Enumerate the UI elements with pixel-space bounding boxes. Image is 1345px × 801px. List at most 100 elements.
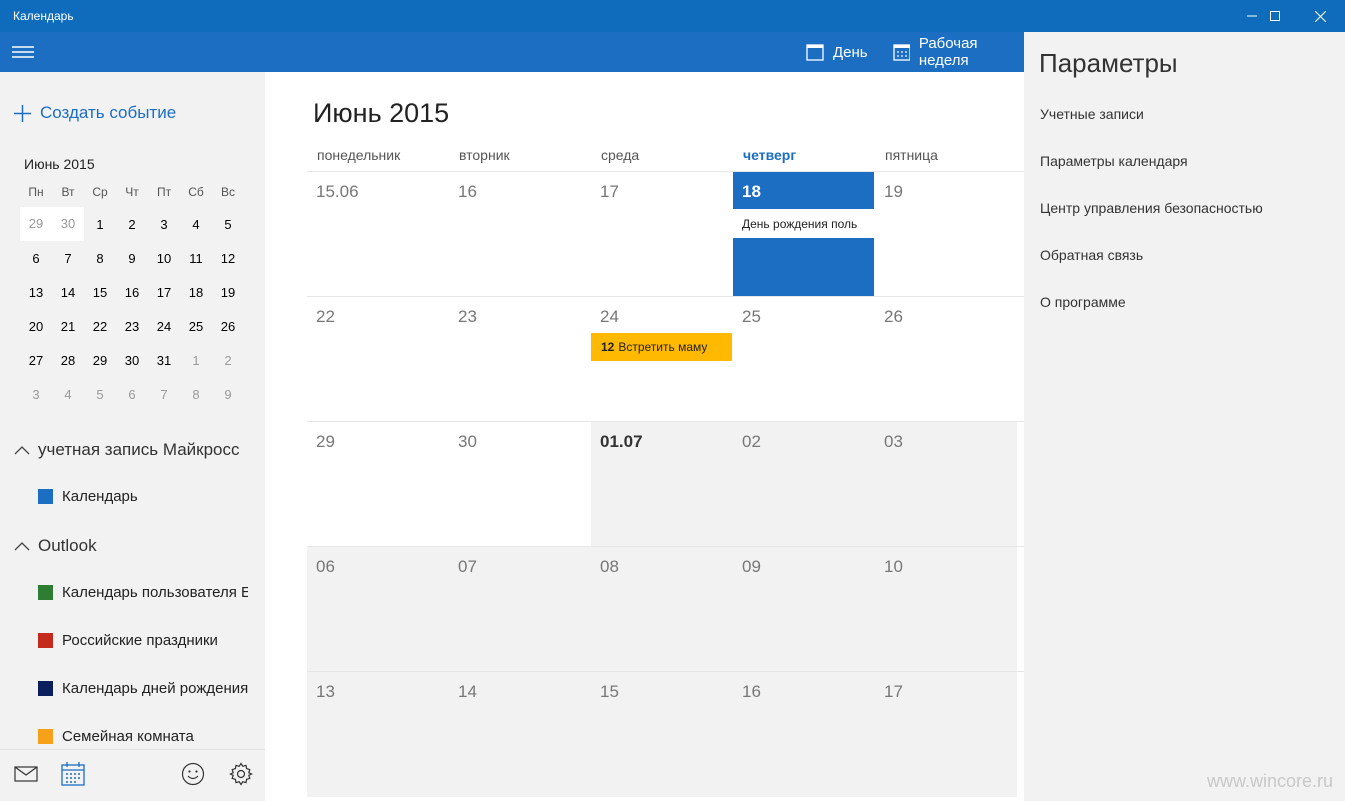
- mini-day[interactable]: 20: [20, 319, 52, 334]
- mini-day[interactable]: 25: [180, 319, 212, 334]
- mini-day[interactable]: 29: [84, 353, 116, 368]
- day-cell-next-month[interactable]: 08: [591, 547, 733, 672]
- day-cell-next-month[interactable]: 07: [449, 547, 591, 672]
- mini-day[interactable]: 2: [116, 217, 148, 232]
- day-cell[interactable]: 15.06: [307, 172, 449, 297]
- hamburger-icon[interactable]: [12, 42, 34, 62]
- day-cell[interactable]: 29: [307, 422, 449, 547]
- mini-day[interactable]: 10: [148, 251, 180, 266]
- calendar-item[interactable]: Календарь: [38, 488, 248, 505]
- mini-day[interactable]: 2: [212, 353, 244, 368]
- day-cell-next-month[interactable]: 10: [875, 547, 1017, 672]
- day-cell[interactable]: 25: [733, 297, 875, 422]
- calendar-icon[interactable]: [61, 762, 85, 786]
- mini-calendar-title[interactable]: Июнь 2015: [24, 156, 95, 172]
- mini-day[interactable]: 4: [180, 217, 212, 232]
- settings-item-trust-center[interactable]: Центр управления безопасностью: [1040, 200, 1263, 216]
- mini-day[interactable]: 26: [212, 319, 244, 334]
- event-meet-mom[interactable]: 12 Встретить маму: [591, 333, 732, 361]
- mini-weekday: Вт: [61, 185, 75, 199]
- mini-day[interactable]: 3: [148, 217, 180, 232]
- mini-day[interactable]: 7: [52, 251, 84, 266]
- mini-day[interactable]: 5: [212, 217, 244, 232]
- mini-day[interactable]: 1: [84, 217, 116, 232]
- day-cell-next-month[interactable]: 03: [875, 422, 1017, 547]
- calendar-color-swatch: [38, 633, 53, 648]
- close-button[interactable]: [1297, 0, 1343, 32]
- mini-day[interactable]: 28: [52, 353, 84, 368]
- mini-day[interactable]: 12: [212, 251, 244, 266]
- account-header-outlook[interactable]: Outlook: [14, 536, 97, 556]
- day-cell[interactable]: 16: [449, 172, 591, 297]
- calendar-item[interactable]: Семейная комната: [38, 728, 248, 745]
- today-highlight: 18 День рождения поль: [733, 172, 874, 297]
- day-view-button[interactable]: День: [806, 32, 868, 72]
- month-title[interactable]: Июнь 2015: [313, 98, 449, 129]
- left-pane: Создать событие Июнь 2015 Пн Вт Ср Чт Пт…: [0, 72, 265, 801]
- mini-day[interactable]: 15: [84, 285, 116, 300]
- day-cell[interactable]: 23: [449, 297, 591, 422]
- event-birthday[interactable]: День рождения поль: [733, 209, 874, 238]
- mini-day[interactable]: 30: [116, 353, 148, 368]
- mini-day[interactable]: 14: [52, 285, 84, 300]
- day-cell[interactable]: 19: [875, 172, 1017, 297]
- mini-day[interactable]: 9: [212, 387, 244, 402]
- maximize-button[interactable]: [1252, 0, 1298, 32]
- day-cell-next-month[interactable]: 15: [591, 672, 733, 797]
- settings-item-calendar-settings[interactable]: Параметры календаря: [1040, 153, 1188, 169]
- day-cell-today[interactable]: 18 День рождения поль: [733, 172, 875, 297]
- settings-item-accounts[interactable]: Учетные записи: [1040, 106, 1144, 122]
- mini-day[interactable]: 6: [20, 251, 52, 266]
- mini-day[interactable]: 21: [52, 319, 84, 334]
- mini-day[interactable]: 4: [52, 387, 84, 402]
- mini-day[interactable]: 19: [212, 285, 244, 300]
- day-cell[interactable]: 17: [591, 172, 733, 297]
- mini-day[interactable]: 16: [116, 285, 148, 300]
- mini-day[interactable]: 30: [52, 207, 84, 241]
- mini-day[interactable]: 22: [84, 319, 116, 334]
- mini-day[interactable]: 24: [148, 319, 180, 334]
- mini-day[interactable]: 17: [148, 285, 180, 300]
- mini-day[interactable]: 7: [148, 387, 180, 402]
- account-header-microsoft[interactable]: учетная запись Майкросс: [14, 440, 240, 460]
- day-cell[interactable]: 30: [449, 422, 591, 547]
- mini-day[interactable]: 11: [180, 251, 212, 266]
- calendar-item[interactable]: Календарь дней рождения: [38, 680, 248, 697]
- mini-day[interactable]: 13: [20, 285, 52, 300]
- day-cell-next-month[interactable]: 13: [307, 672, 449, 797]
- smiley-feedback-icon[interactable]: [181, 762, 205, 786]
- day-cell-next-month[interactable]: 01.07: [591, 422, 733, 547]
- day-cell-next-month[interactable]: 17: [875, 672, 1017, 797]
- mini-day[interactable]: 29: [20, 207, 52, 241]
- workweek-view-button[interactable]: Рабочая неделя: [893, 32, 1024, 72]
- create-event-button[interactable]: Создать событие: [13, 103, 176, 123]
- mini-day[interactable]: 3: [20, 387, 52, 402]
- window-title: Календарь: [13, 9, 74, 23]
- mini-day[interactable]: 8: [84, 251, 116, 266]
- mini-day[interactable]: 1: [180, 353, 212, 368]
- mini-day[interactable]: 23: [116, 319, 148, 334]
- day-cell[interactable]: 22: [307, 297, 449, 422]
- mini-day[interactable]: 6: [116, 387, 148, 402]
- calendar-item[interactable]: Календарь пользователя Е: [38, 584, 248, 601]
- day-cell-next-month[interactable]: 14: [449, 672, 591, 797]
- day-cell[interactable]: 24 12 Встретить маму: [591, 297, 733, 422]
- settings-item-feedback[interactable]: Обратная связь: [1040, 247, 1143, 263]
- mini-day[interactable]: 9: [116, 251, 148, 266]
- mini-day[interactable]: 18: [180, 285, 212, 300]
- day-cell[interactable]: 26: [875, 297, 1017, 422]
- week-row: 13 14 15 16 17: [307, 671, 1024, 797]
- day-cell-next-month[interactable]: 02: [733, 422, 875, 547]
- gear-icon[interactable]: [229, 762, 253, 786]
- mail-icon[interactable]: [14, 762, 38, 786]
- settings-item-about[interactable]: О программе: [1040, 294, 1126, 310]
- mini-day[interactable]: 5: [84, 387, 116, 402]
- day-cell-next-month[interactable]: 16: [733, 672, 875, 797]
- mini-day[interactable]: 8: [180, 387, 212, 402]
- mini-day[interactable]: 27: [20, 353, 52, 368]
- day-cell-next-month[interactable]: 09: [733, 547, 875, 672]
- day-cell-next-month[interactable]: 06: [307, 547, 449, 672]
- calendar-item[interactable]: Российские праздники: [38, 632, 248, 649]
- weekday-header: вторник: [459, 147, 510, 163]
- mini-day[interactable]: 31: [148, 353, 180, 368]
